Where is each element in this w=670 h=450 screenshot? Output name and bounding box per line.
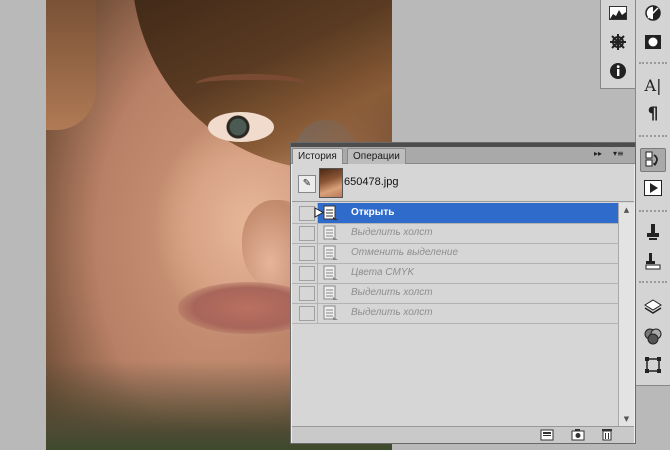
panel-dock-strip-b: A| ¶ — [635, 0, 670, 386]
character-icon[interactable]: A| — [641, 74, 665, 96]
history-state-row[interactable]: Выделить холст — [292, 283, 618, 304]
clone-source-icon[interactable] — [641, 221, 665, 243]
scroll-down-icon[interactable]: ▼ — [620, 413, 633, 425]
history-brush-source-icon[interactable]: ✎ — [298, 175, 316, 193]
panel-tab-bar: История Операции ▸▸ ▾≡ — [291, 147, 635, 164]
histogram-icon[interactable] — [606, 2, 630, 24]
dock-separator — [639, 62, 667, 64]
history-brush-checkbox[interactable] — [299, 266, 315, 281]
info-icon[interactable] — [606, 60, 630, 82]
history-brush-checkbox[interactable] — [299, 226, 315, 241]
character-glyph: A| — [644, 75, 662, 95]
document-state-icon — [323, 225, 338, 240]
history-state-label: Выделить холст — [351, 227, 433, 238]
dock-separator — [639, 210, 667, 212]
paragraph-icon[interactable]: ¶ — [641, 103, 665, 125]
tab-actions[interactable]: Операции — [347, 148, 406, 164]
paragraph-glyph: ¶ — [647, 104, 659, 124]
photo-hair-left — [46, 0, 96, 130]
row-divider — [317, 283, 318, 303]
adjustments-icon[interactable] — [641, 2, 665, 24]
history-panel: История Операции ▸▸ ▾≡ ✎ 650478.jpg Откр… — [290, 142, 636, 444]
history-state-label: Выделить холст — [351, 307, 433, 318]
navigator-wheel-icon[interactable] — [606, 31, 630, 53]
history-state-row[interactable]: Открыть — [292, 203, 618, 224]
layers-icon[interactable] — [641, 295, 665, 317]
history-state-row[interactable]: Выделить холст — [292, 303, 618, 324]
tab-history[interactable]: История — [292, 148, 343, 164]
snapshot-row[interactable]: ✎ 650478.jpg — [292, 165, 634, 202]
panel-footer — [292, 426, 634, 443]
photo-eyebrow — [196, 74, 306, 94]
document-state-icon — [323, 305, 338, 320]
panel-dock-strip-a — [600, 0, 636, 89]
dock-separator — [639, 281, 667, 283]
history-state-list: Открыть Выделить холст Отменить выделени… — [292, 203, 618, 423]
history-brush-checkbox[interactable] — [299, 246, 315, 261]
history-state-row[interactable]: Отменить выделение — [292, 243, 618, 264]
trash-icon[interactable] — [600, 428, 614, 441]
snapshot-name: 650478.jpg — [344, 176, 399, 188]
history-state-label: Выделить холст — [351, 287, 433, 298]
history-icon[interactable] — [640, 148, 666, 172]
create-snapshot-icon[interactable] — [571, 428, 585, 441]
history-brush-checkbox[interactable] — [299, 286, 315, 301]
tool-presets-icon[interactable] — [641, 250, 665, 272]
row-divider — [317, 243, 318, 263]
channels-icon[interactable] — [641, 325, 665, 347]
row-divider — [317, 223, 318, 243]
paths-icon[interactable] — [641, 354, 665, 376]
history-brush-checkbox[interactable] — [299, 206, 315, 221]
mask-icon[interactable] — [641, 31, 665, 53]
panel-menu-icon[interactable]: ▾≡ — [613, 149, 624, 158]
history-state-row[interactable]: Выделить холст — [292, 223, 618, 244]
scroll-up-icon[interactable]: ▲ — [620, 204, 633, 216]
actions-play-icon[interactable] — [641, 177, 665, 199]
history-state-label: Цвета CMYK — [351, 267, 415, 278]
new-document-from-state-icon[interactable] — [540, 428, 554, 441]
collapse-panel-icon[interactable]: ▸▸ — [594, 149, 602, 158]
document-state-icon — [323, 265, 338, 280]
history-brush-checkbox[interactable] — [299, 306, 315, 321]
history-state-row[interactable]: Цвета CMYK — [292, 263, 618, 284]
history-scrollbar[interactable]: ▲ ▼ — [618, 203, 634, 426]
history-state-label: Открыть — [351, 207, 395, 218]
document-state-icon — [323, 205, 338, 220]
row-divider — [317, 263, 318, 283]
document-state-icon — [323, 285, 338, 300]
photo-eye — [208, 112, 274, 142]
dock-separator — [639, 135, 667, 137]
document-state-icon — [323, 245, 338, 260]
row-divider — [317, 303, 318, 323]
history-state-label: Отменить выделение — [351, 247, 459, 258]
snapshot-thumbnail — [319, 168, 343, 198]
